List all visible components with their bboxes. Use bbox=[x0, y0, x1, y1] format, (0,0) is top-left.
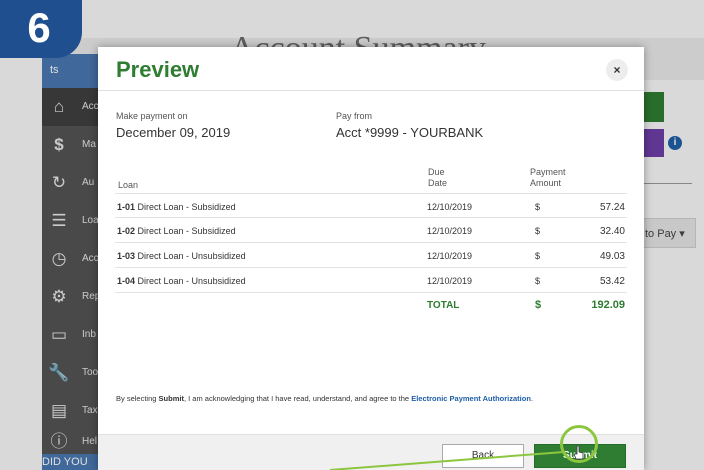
callout-pointer-line bbox=[329, 451, 565, 470]
step-number: 6 bbox=[27, 4, 51, 51]
step-badge: 6 bbox=[0, 0, 82, 58]
callout-line bbox=[329, 451, 565, 470]
hand-cursor-icon bbox=[574, 446, 584, 460]
